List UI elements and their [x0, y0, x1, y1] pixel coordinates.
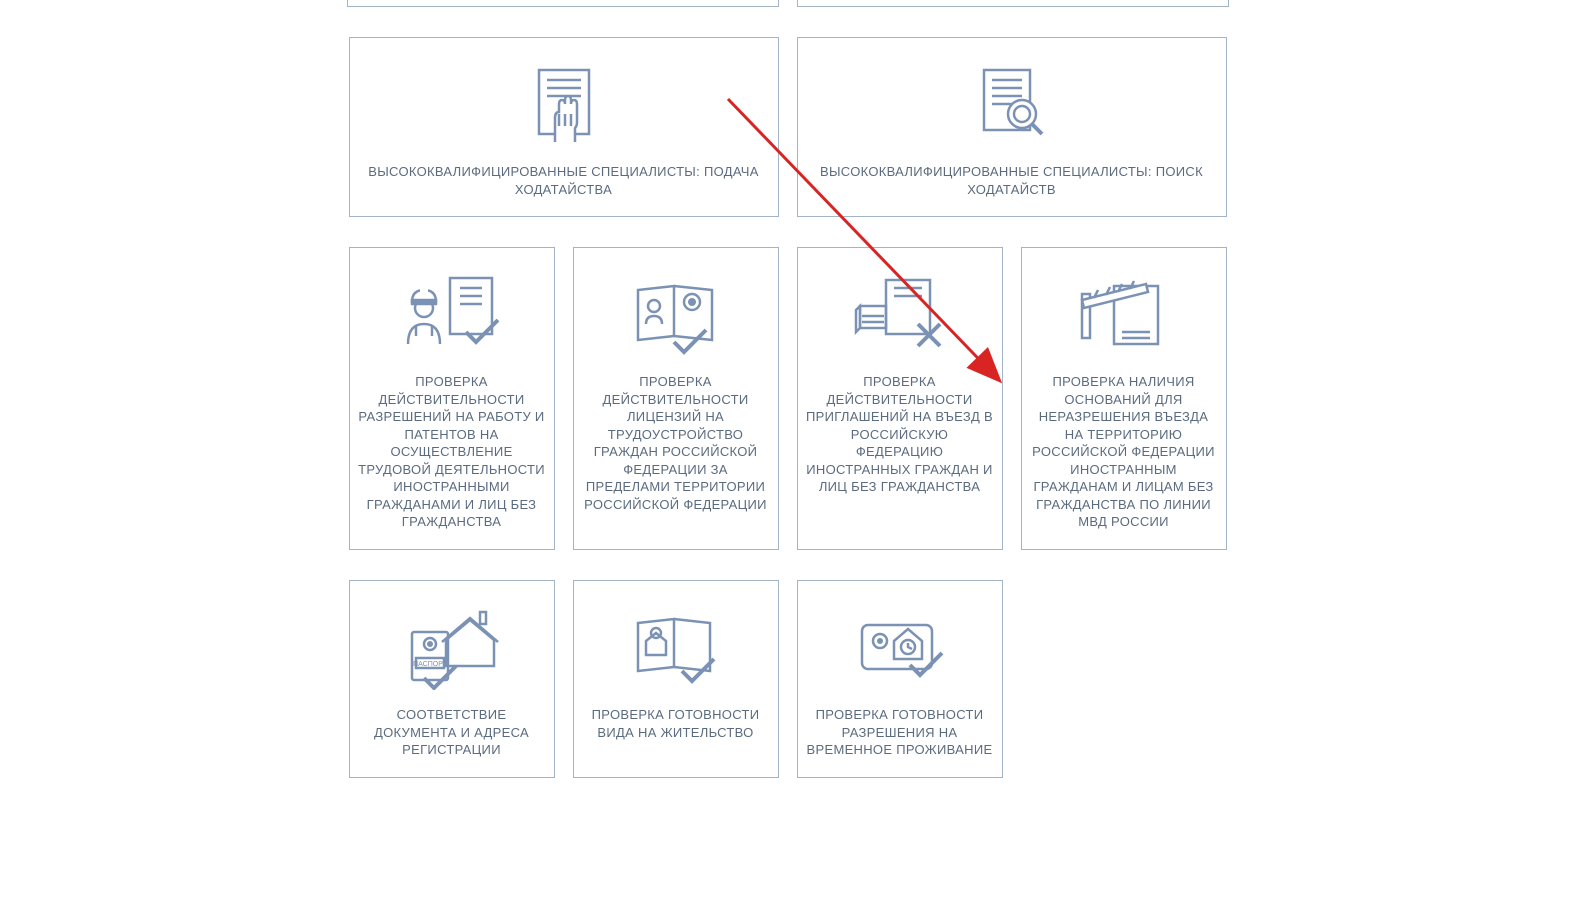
top-cut-row	[338, 0, 1238, 7]
card-check-work-permits[interactable]: ПРОВЕРКА ДЕЙСТВИТЕЛЬНОСТИ РАЗРЕШЕНИЙ НА …	[349, 247, 555, 550]
row-2: ПРОВЕРКА ДЕЙСТВИТЕЛЬНОСТИ РАЗРЕШЕНИЙ НА …	[338, 247, 1238, 550]
border-barrier-icon	[1076, 268, 1172, 363]
document-magnifier-icon	[976, 58, 1048, 153]
card-label: ПРОВЕРКА ДЕЙСТВИТЕЛЬНОСТИ РАЗРЕШЕНИЙ НА …	[358, 373, 546, 531]
card-label: ПРОВЕРКА ГОТОВНОСТИ РАЗРЕШЕНИЯ НА ВРЕМЕН…	[806, 706, 994, 759]
printer-document-x-icon	[852, 268, 948, 363]
card-search-petitions[interactable]: ВЫСОКОКВАЛИФИЦИРОВАННЫЕ СПЕЦИАЛИСТЫ: ПОИ…	[797, 37, 1227, 217]
card-label: ПРОВЕРКА ГОТОВНОСТИ ВИДА НА ЖИТЕЛЬСТВО	[582, 706, 770, 741]
card-label: СООТВЕТСТВИЕ ДОКУМЕНТА И АДРЕСА РЕГИСТРА…	[358, 706, 546, 759]
worker-document-check-icon	[402, 268, 502, 363]
services-grid: ВЫСОКОКВАЛИФИЦИРОВАННЫЕ СПЕЦИАЛИСТЫ: ПОД…	[338, 0, 1238, 778]
card-check-temporary-residence[interactable]: ПРОВЕРКА ГОТОВНОСТИ РАЗРЕШЕНИЯ НА ВРЕМЕН…	[797, 580, 1003, 778]
card-document-address-match[interactable]: ПАСПОРТ СООТВЕТСТВИЕ ДОКУМЕНТА И АДРЕСА …	[349, 580, 555, 778]
card-label: ПРОВЕРКА ДЕЙСТВИТЕЛЬНОСТИ ЛИЦЕНЗИЙ НА ТР…	[582, 373, 770, 513]
card-label: ВЫСОКОКВАЛИФИЦИРОВАННЫЕ СПЕЦИАЛИСТЫ: ПОД…	[362, 163, 766, 198]
document-hand-icon	[529, 58, 599, 153]
booklet-house-check-icon	[626, 601, 726, 696]
row-3: ПАСПОРТ СООТВЕТСТВИЕ ДОКУМЕНТА И АДРЕСА …	[338, 580, 1238, 778]
card-check-residence-permit[interactable]: ПРОВЕРКА ГОТОВНОСТИ ВИДА НА ЖИТЕЛЬСТВО	[573, 580, 779, 778]
card-submit-petition[interactable]: ВЫСОКОКВАЛИФИЦИРОВАННЫЕ СПЕЦИАЛИСТЫ: ПОД…	[349, 37, 779, 217]
top-cut-card-2	[797, 0, 1229, 7]
card-label: ПРОВЕРКА ДЕЙСТВИТЕЛЬНОСТИ ПРИГЛАШЕНИЙ НА…	[806, 373, 994, 496]
card-check-entry-ban[interactable]: ПРОВЕРКА НАЛИЧИЯ ОСНОВАНИЙ ДЛЯ НЕРАЗРЕШЕ…	[1021, 247, 1227, 550]
id-booklet-check-icon	[626, 268, 726, 363]
row-1: ВЫСОКОКВАЛИФИЦИРОВАННЫЕ СПЕЦИАЛИСТЫ: ПОД…	[338, 37, 1238, 217]
card-label: ПРОВЕРКА НАЛИЧИЯ ОСНОВАНИЙ ДЛЯ НЕРАЗРЕШЕ…	[1030, 373, 1218, 531]
card-label: ВЫСОКОКВАЛИФИЦИРОВАННЫЕ СПЕЦИАЛИСТЫ: ПОИ…	[810, 163, 1214, 198]
passport-house-check-icon: ПАСПОРТ	[402, 601, 502, 696]
card-house-clock-check-icon	[850, 601, 950, 696]
card-check-licenses[interactable]: ПРОВЕРКА ДЕЙСТВИТЕЛЬНОСТИ ЛИЦЕНЗИЙ НА ТР…	[573, 247, 779, 550]
card-check-invitations[interactable]: ПРОВЕРКА ДЕЙСТВИТЕЛЬНОСТИ ПРИГЛАШЕНИЙ НА…	[797, 247, 1003, 550]
top-cut-card-1	[347, 0, 779, 7]
